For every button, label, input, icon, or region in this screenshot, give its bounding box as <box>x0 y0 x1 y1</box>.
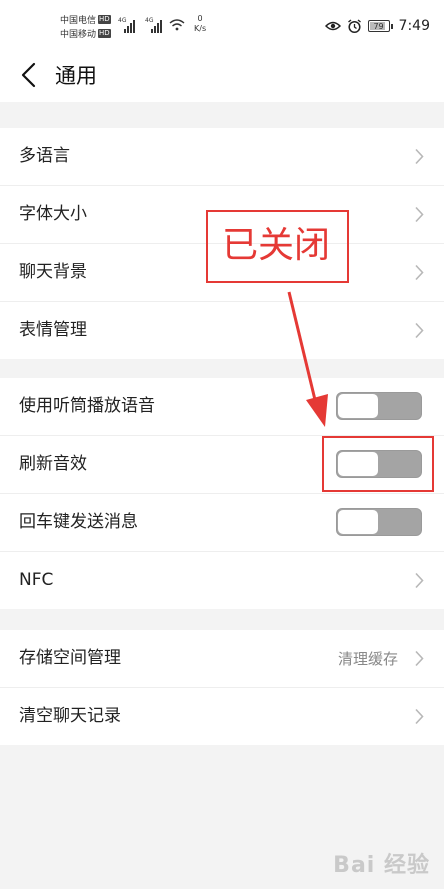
chevron-right-icon <box>415 650 424 667</box>
net-speed-value: 0 <box>197 14 203 23</box>
toggle-knob <box>338 394 378 418</box>
settings-group-storage: 存储空间管理 清理缓存 清空聊天记录 <box>0 630 444 745</box>
net-speed: 0 K/s <box>194 14 206 34</box>
battery-icon: 79 <box>367 20 393 32</box>
battery-level: 79 <box>373 22 384 31</box>
setting-row-language[interactable]: 多语言 <box>0 128 444 186</box>
earpiece-toggle[interactable] <box>336 392 422 420</box>
setting-label: 清空聊天记录 <box>19 706 121 726</box>
hd-badge: HD <box>98 14 111 24</box>
setting-label: NFC <box>19 570 54 590</box>
app-bar: 通用 <box>0 50 444 102</box>
settings-group-sound: 使用听筒播放语音 刷新音效 回车键发送消息 NFC <box>0 378 444 609</box>
setting-row-storage-management[interactable]: 存储空间管理 清理缓存 <box>0 630 444 688</box>
hd-badge: HD <box>98 28 111 38</box>
carrier-1: 中国电信 <box>60 15 97 26</box>
clock: 7:49 <box>398 18 430 34</box>
svg-text:4G: 4G <box>145 17 154 24</box>
setting-label: 字体大小 <box>19 204 87 224</box>
toggle-knob <box>338 510 378 534</box>
setting-label: 多语言 <box>19 146 70 166</box>
setting-row-enter-to-send: 回车键发送消息 <box>0 494 444 552</box>
annotation-highlight-box <box>322 436 434 492</box>
setting-label: 回车键发送消息 <box>19 512 138 532</box>
chevron-right-icon <box>415 148 424 165</box>
setting-row-nfc[interactable]: NFC <box>0 552 444 609</box>
chevron-right-icon <box>415 708 424 725</box>
alarm-icon <box>347 18 361 33</box>
chevron-right-icon <box>415 264 424 281</box>
setting-label: 使用听筒播放语音 <box>19 396 155 416</box>
eye-icon <box>324 21 341 31</box>
chevron-right-icon <box>415 322 424 339</box>
setting-row-earpiece-playback: 使用听筒播放语音 <box>0 378 444 436</box>
back-arrow-icon[interactable] <box>18 61 42 89</box>
setting-label: 存储空间管理 <box>19 648 121 668</box>
setting-row-sticker-management[interactable]: 表情管理 <box>0 302 444 359</box>
status-bar: 中国电信 HD 中国移动 HD 4G 4G 0 K/s 79 7:49 <box>0 0 444 50</box>
setting-label: 聊天背景 <box>19 262 87 282</box>
setting-label: 刷新音效 <box>19 454 87 474</box>
chevron-right-icon <box>415 206 424 223</box>
status-right: 79 7:49 <box>324 16 430 36</box>
page-title: 通用 <box>55 64 97 88</box>
enter-to-send-toggle[interactable] <box>336 508 422 536</box>
carrier-2: 中国移动 <box>60 29 97 40</box>
setting-label: 表情管理 <box>19 320 87 340</box>
setting-row-clear-chat-history[interactable]: 清空聊天记录 <box>0 688 444 745</box>
net-speed-unit: K/s <box>194 24 207 33</box>
annotation-text: 已关闭 <box>222 225 331 266</box>
svg-text:4G: 4G <box>118 17 127 24</box>
chevron-right-icon <box>415 572 424 589</box>
watermark: Bai 经验 <box>333 853 430 878</box>
setting-value: 清理缓存 <box>337 650 398 668</box>
